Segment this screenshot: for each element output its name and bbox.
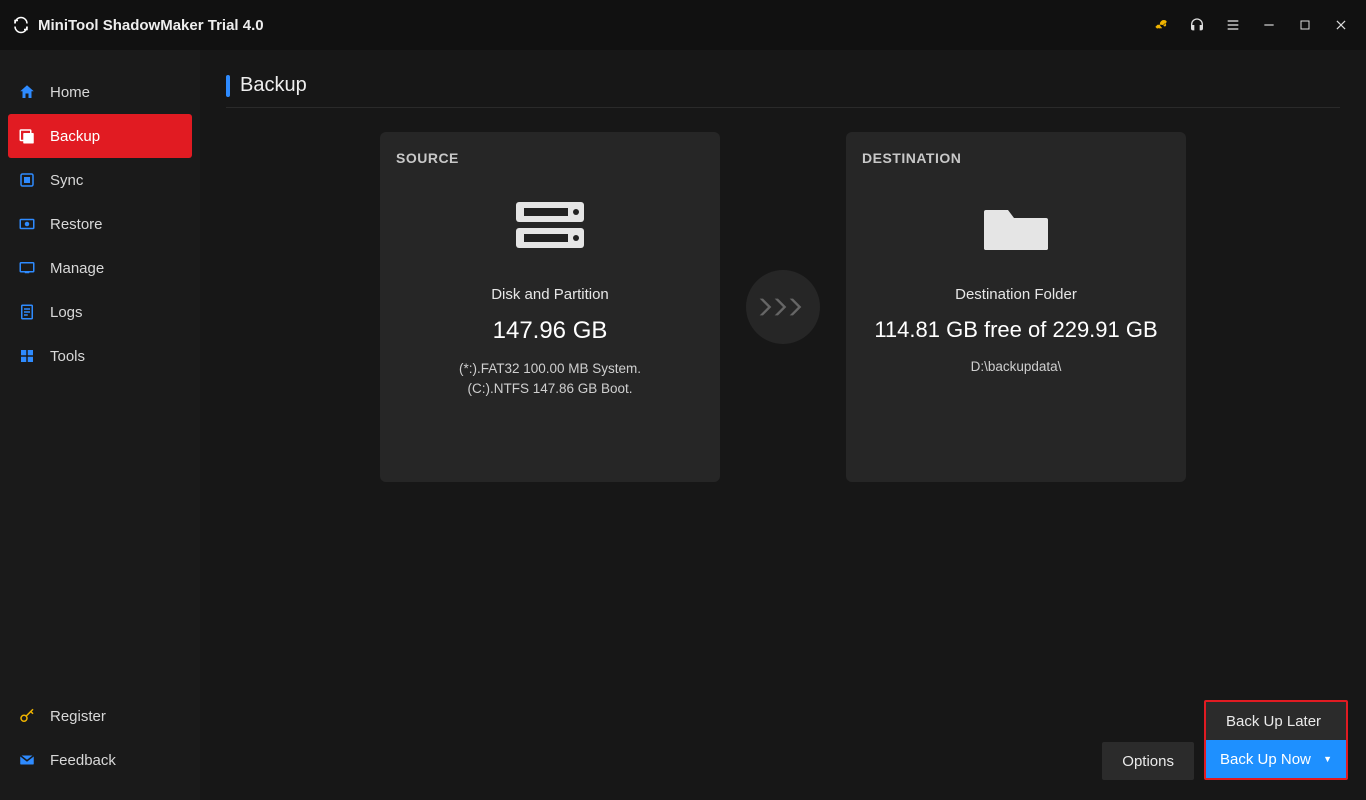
sidebar-item-label: Home [50,84,90,101]
sidebar-item-manage[interactable]: Manage [0,246,200,290]
back-up-now-label: Back Up Now [1220,751,1311,768]
headset-icon[interactable] [1184,12,1210,38]
titlebar-left: MiniTool ShadowMaker Trial 4.0 [12,16,264,34]
sidebar-item-label: Tools [50,348,85,365]
destination-type-label: Destination Folder [862,286,1170,303]
destination-path: D:\backupdata\ [862,357,1170,377]
source-detail-line1: (*:).FAT32 100.00 MB System. [396,359,704,379]
source-size-label: 147.96 GB [396,317,704,345]
sidebar-items: Home Backup Sync [0,70,200,694]
sidebar-item-label: Restore [50,216,103,233]
sidebar-item-label: Register [50,708,106,725]
arrow-chevrons-icon [746,270,820,344]
folder-icon [862,186,1170,266]
destination-size-label: 114.81 GB free of 229.91 GB [862,317,1170,343]
sidebar-item-label: Manage [50,260,104,277]
sidebar-item-sync[interactable]: Sync [0,158,200,202]
back-up-later-button[interactable]: Back Up Later [1206,702,1346,740]
backup-split-button: Back Up Later Back Up Now ▼ [1204,700,1348,780]
caret-down-icon: ▼ [1323,754,1332,764]
source-card[interactable]: SOURCE Disk and Partition 147.96 GB [380,132,720,482]
destination-heading: DESTINATION [862,150,1170,166]
main-panel: Backup SOURCE [200,50,1366,800]
source-type-label: Disk and Partition [396,286,704,303]
disk-icon [396,186,704,266]
page-title: Backup [240,74,307,97]
sidebar-item-tools[interactable]: Tools [0,334,200,378]
sidebar-bottom: Register Feedback [0,694,200,800]
app-title: MiniTool ShadowMaker Trial 4.0 [38,17,264,34]
titlebar: MiniTool ShadowMaker Trial 4.0 [0,0,1366,50]
options-button[interactable]: Options [1102,742,1194,780]
back-up-later-label: Back Up Later [1226,713,1321,730]
logs-icon [18,303,36,321]
sidebar-item-label: Feedback [50,752,116,769]
sidebar-item-home[interactable]: Home [0,70,200,114]
sidebar-item-restore[interactable]: Restore [0,202,200,246]
menu-icon[interactable] [1220,12,1246,38]
app-logo-icon [12,16,30,34]
sidebar-item-label: Sync [50,172,83,189]
app-window: MiniTool ShadowMaker Trial 4.0 [0,0,1366,800]
maximize-icon[interactable] [1292,12,1318,38]
register-key-icon [18,707,36,725]
sidebar-item-feedback[interactable]: Feedback [0,738,200,782]
backup-icon [18,127,36,145]
close-icon[interactable] [1328,12,1354,38]
manage-icon [18,259,36,277]
back-up-now-button[interactable]: Back Up Now ▼ [1206,740,1346,778]
sidebar-item-register[interactable]: Register [0,694,200,738]
titlebar-right [1148,12,1354,38]
key-icon[interactable] [1148,12,1174,38]
cards-row: SOURCE Disk and Partition 147.96 GB [226,132,1340,482]
sidebar: Home Backup Sync [0,50,200,800]
sidebar-item-label: Backup [50,128,100,145]
minimize-icon[interactable] [1256,12,1282,38]
body: Home Backup Sync [0,50,1366,800]
source-heading: SOURCE [396,150,704,166]
destination-card[interactable]: DESTINATION Destination Folder 114.81 GB… [846,132,1186,482]
source-detail-line2: (C:).NTFS 147.86 GB Boot. [396,379,704,399]
sidebar-item-logs[interactable]: Logs [0,290,200,334]
home-icon [18,83,36,101]
sidebar-item-label: Logs [50,304,83,321]
sync-icon [18,171,36,189]
header-accent-bar [226,75,230,97]
tools-icon [18,347,36,365]
page-header: Backup [226,74,1340,108]
sidebar-item-backup[interactable]: Backup [8,114,192,158]
restore-icon [18,215,36,233]
footer-actions: Options Back Up Later Back Up Now ▼ [1102,700,1348,780]
feedback-mail-icon [18,751,36,769]
